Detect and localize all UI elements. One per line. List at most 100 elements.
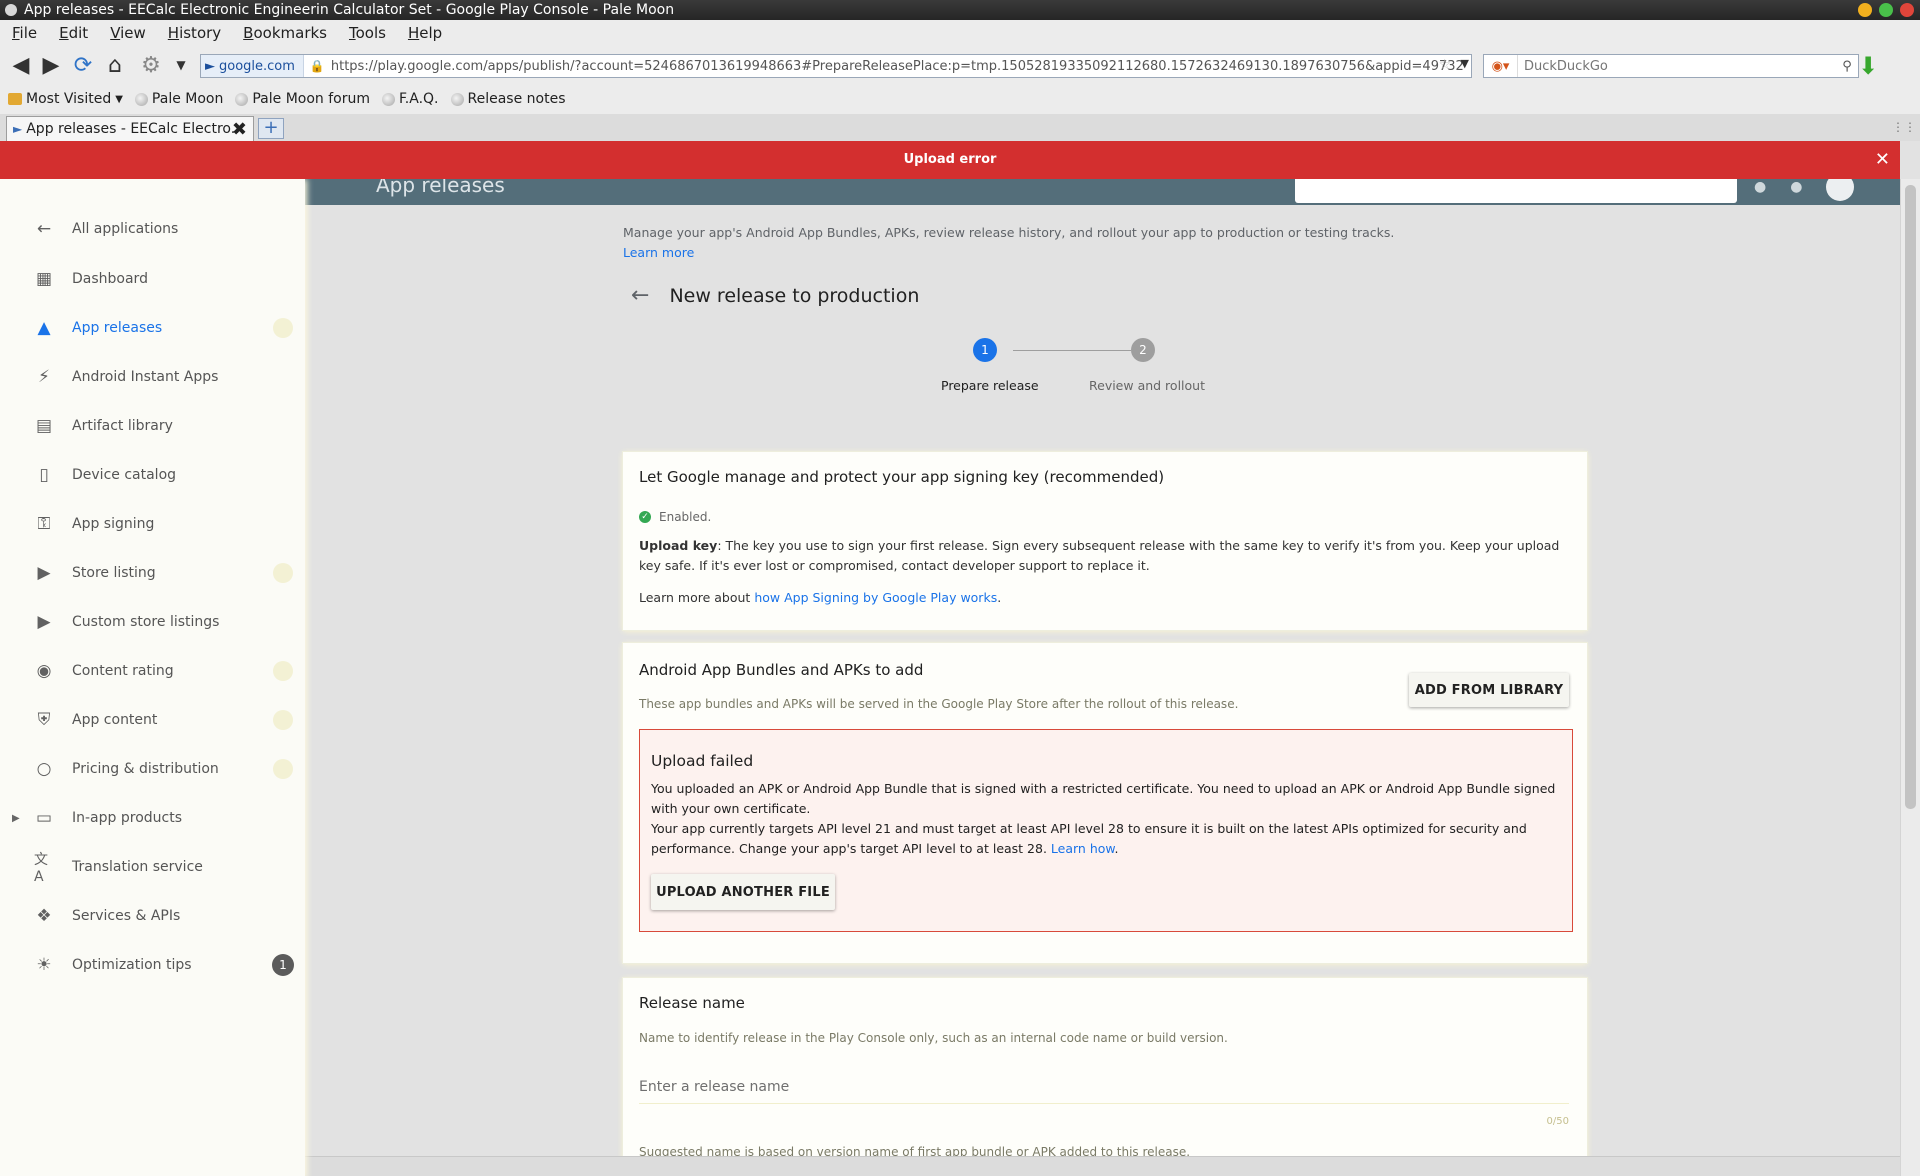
sidebar-item-android-instant-apps[interactable]: ⚡ Android Instant Apps [0, 357, 305, 397]
sidebar-item-dashboard[interactable]: ▦ Dashboard [0, 259, 305, 299]
sidebar-item-app-content[interactable]: ⛨ App content [0, 700, 305, 740]
globe-icon [382, 92, 395, 106]
card-icon: ▭ [35, 808, 53, 828]
sidebar-item-optimization-tips[interactable]: ☀ Optimization tips 1 [0, 945, 305, 985]
release-stepper: 1 2 Prepare release Review and rollout [941, 338, 1213, 398]
menu-view[interactable]: View [110, 24, 146, 42]
release-name-subtitle: Name to identify release in the Play Con… [639, 1031, 1228, 1045]
step-2-circle: 2 [1131, 338, 1155, 362]
console-search-box[interactable] [1295, 179, 1737, 203]
url-text[interactable]: https://play.google.com/apps/publish/?ac… [331, 59, 1464, 74]
sidebar-item-in-app-products[interactable]: ▶ ▭ In-app products [0, 798, 305, 838]
bundles-card: Android App Bundles and APKs to add Thes… [623, 643, 1587, 963]
learn-how-link[interactable]: Learn how [1051, 841, 1115, 856]
help-icon[interactable]: ● [1790, 179, 1802, 201]
downloads-icon[interactable]: ⚙ [138, 52, 164, 78]
count-badge: 1 [272, 954, 294, 976]
close-banner-icon[interactable]: ✕ [1875, 141, 1890, 179]
search-icon[interactable]: ⚲ [1836, 59, 1858, 74]
scrollbar-thumb[interactable] [1905, 185, 1916, 809]
lock-icon: 🔒 [309, 59, 325, 73]
bookmark-most-visited[interactable]: Most Visited ▼ [8, 91, 123, 107]
tab-list-icon[interactable]: ⋮⋮ [1892, 120, 1916, 134]
sidebar-item-app-signing[interactable]: ⚿ App signing [0, 504, 305, 544]
status-check-icon [273, 661, 293, 681]
character-counter: 0/50 [1546, 1116, 1569, 1127]
search-input[interactable] [1518, 58, 1836, 74]
expand-caret-icon[interactable]: ▶ [12, 813, 20, 824]
window-titlebar: App releases - EECalc Electronic Enginee… [0, 0, 1920, 20]
close-tab-icon[interactable]: ✖ [232, 119, 247, 140]
sidebar-item-device-catalog[interactable]: ▯ Device catalog [0, 455, 305, 495]
search-bar[interactable]: ◉▾ ⚲ [1483, 54, 1859, 78]
sidebar-item-all-applications[interactable]: ← All applications [0, 209, 305, 249]
release-name-input[interactable] [639, 1075, 1569, 1104]
bookmark-release-notes[interactable]: Release notes [450, 91, 566, 107]
status-check-icon [273, 318, 293, 338]
download-arrow-icon[interactable]: ⬇ [1858, 52, 1878, 80]
home-icon[interactable]: ⌂ [102, 52, 128, 78]
step-1-circle: 1 [973, 338, 997, 362]
reload-icon[interactable]: ⟳ [70, 52, 96, 78]
duckduckgo-icon[interactable]: ◉▾ [1484, 55, 1518, 77]
add-from-library-button[interactable]: ADD FROM LIBRARY [1409, 673, 1569, 707]
upload-key-text: Upload key: The key you use to sign your… [639, 538, 1560, 573]
intro-text: Manage your app's Android App Bundles, A… [623, 225, 1395, 260]
shield-icon: ⛨ [37, 710, 51, 730]
forward-icon[interactable]: ▶ [38, 52, 64, 78]
menu-edit[interactable]: Edit [59, 24, 88, 42]
upload-another-file-button[interactable]: UPLOAD ANOTHER FILE [651, 874, 835, 910]
release-name-card: Release name Name to identify release in… [623, 978, 1587, 1174]
signing-status: ✓ Enabled. [639, 510, 711, 524]
upload-failed-title: Upload failed [651, 752, 754, 770]
pale-moon-icon [5, 4, 17, 16]
new-tab-button[interactable]: + [258, 118, 284, 139]
close-window-button[interactable] [1900, 3, 1914, 17]
sidebar-item-store-listing[interactable]: ▶ Store listing [0, 553, 305, 593]
folder-icon [8, 93, 22, 105]
address-bar[interactable]: ► google.com 🔒 https://play.google.com/a… [200, 54, 1472, 78]
sidebar-item-custom-store-listings[interactable]: ▶ Custom store listings [0, 602, 305, 642]
bookmark-star-icon[interactable]: ☆ [1438, 57, 1451, 73]
globe-icon [134, 92, 148, 106]
upload-error-banner: Upload error ✕ [0, 141, 1900, 179]
toolbar-dropdown-icon[interactable]: ▼ [168, 52, 194, 78]
translate-icon: 文A [34, 852, 48, 885]
menu-tools[interactable]: Tools [349, 24, 386, 42]
back-icon[interactable]: ◀ [8, 52, 34, 78]
learn-more-link[interactable]: Learn more [623, 245, 694, 260]
sidebar-item-content-rating[interactable]: ◉ Content rating [0, 651, 305, 691]
step-1-label: Prepare release [941, 378, 1039, 393]
sidebar-item-artifact-library[interactable]: ▤ Artifact library [0, 406, 305, 446]
globe-icon: ○ [36, 759, 52, 779]
browser-tab[interactable]: ► App releases - EECalc Electro... ✖ [6, 116, 254, 141]
menu-file[interactable]: File [12, 24, 37, 42]
device-icon: ▯ [39, 465, 49, 485]
sidebar-item-pricing-distribution[interactable]: ○ Pricing & distribution [0, 749, 305, 789]
status-check-icon [273, 710, 293, 730]
app-signing-link[interactable]: how App Signing by Google Play works [754, 590, 997, 605]
key-icon: ⚿ [37, 514, 51, 534]
bookmark-pale-moon-forum[interactable]: Pale Moon forum [235, 91, 370, 107]
url-history-dropdown-icon[interactable]: ▼ [1461, 57, 1469, 70]
bookmark-pale-moon[interactable]: Pale Moon [134, 91, 223, 107]
notifications-icon[interactable]: ● [1754, 179, 1766, 201]
sidebar-item-services-apis[interactable]: ❖ Services & APIs [0, 896, 305, 936]
menu-help[interactable]: Help [408, 24, 442, 42]
sidebar-item-app-releases[interactable]: ▲ App releases [0, 308, 305, 348]
vertical-scrollbar[interactable] [1900, 179, 1920, 1176]
menu-history[interactable]: History [168, 24, 221, 42]
back-arrow-icon[interactable]: ← [631, 283, 649, 308]
window-title: App releases - EECalc Electronic Enginee… [24, 2, 675, 18]
menu-bookmarks[interactable]: Bookmarks [243, 24, 327, 42]
bookmark-faq[interactable]: F.A.Q. [382, 91, 439, 107]
bookmarks-toolbar: Most Visited ▼ Pale Moon Pale Moon forum … [0, 84, 1920, 114]
minimize-button[interactable] [1858, 3, 1872, 17]
tab-bar: ► App releases - EECalc Electro... ✖ + ⋮… [0, 114, 1920, 141]
page-viewport: Upload error ✕ App releases ● ● ← All ap… [0, 141, 1920, 1176]
menu-bar: File Edit View History Bookmarks Tools H… [0, 20, 1920, 46]
site-identity[interactable]: ► google.com [201, 55, 304, 77]
navigation-toolbar: ◀ ▶ ⟳ ⌂ ⚙ ▼ ► google.com 🔒 https://play.… [0, 46, 1920, 84]
maximize-button[interactable] [1879, 3, 1893, 17]
sidebar-item-translation-service[interactable]: 文A Translation service [0, 847, 305, 887]
